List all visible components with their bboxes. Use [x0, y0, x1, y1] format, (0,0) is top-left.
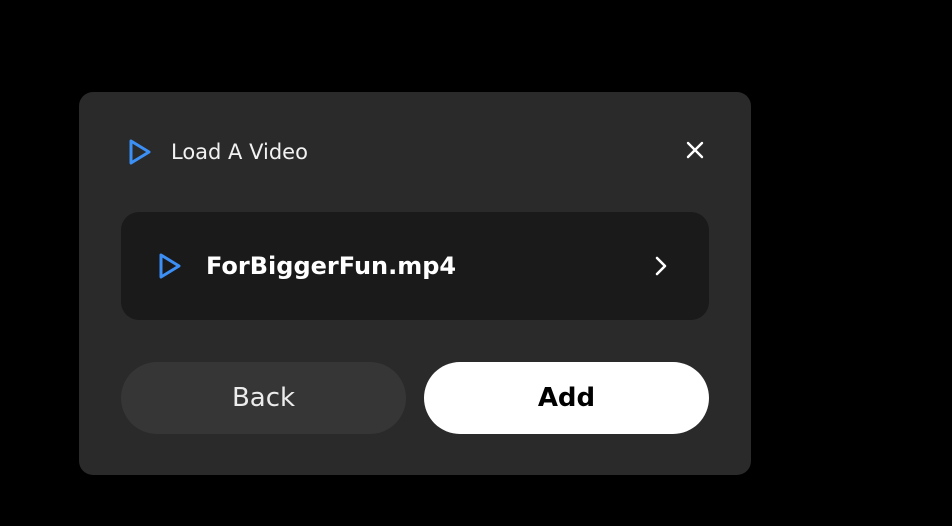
load-video-dialog: Load A Video ForBiggerFun.mp4 Back Add [79, 92, 751, 475]
video-file-item[interactable]: ForBiggerFun.mp4 [121, 212, 709, 320]
dialog-title: Load A Video [171, 140, 308, 164]
dialog-header: Load A Video [127, 134, 308, 170]
play-icon [157, 252, 183, 280]
play-icon [127, 138, 153, 166]
video-file-name: ForBiggerFun.mp4 [206, 252, 457, 280]
back-button[interactable]: Back [121, 362, 406, 434]
close-icon [685, 140, 705, 164]
add-button[interactable]: Add [424, 362, 709, 434]
chevron-right-icon [651, 252, 671, 280]
close-button[interactable] [679, 136, 711, 168]
